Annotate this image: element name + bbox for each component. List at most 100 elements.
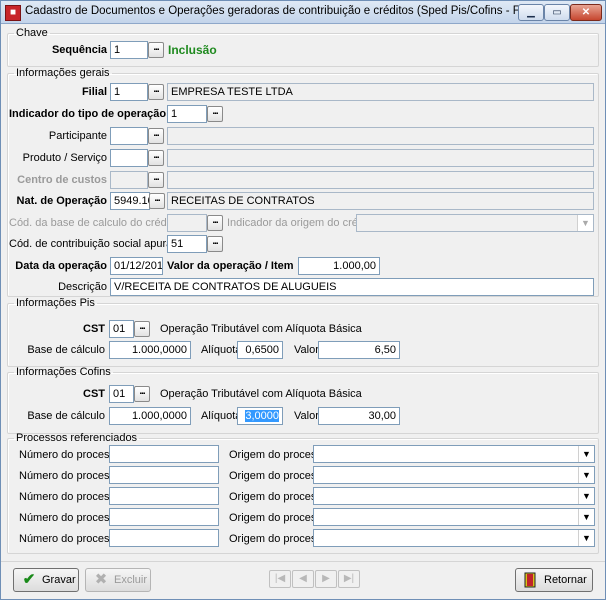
filial-lookup-button[interactable]: ...	[148, 84, 164, 100]
pis-aliquota-input[interactable]: 0,6500	[237, 341, 283, 359]
app-icon[interactable]: ■	[5, 5, 21, 21]
sequencia-lookup-button[interactable]: ...	[148, 42, 164, 58]
chevron-down-icon[interactable]: ▼	[578, 446, 594, 462]
retornar-button[interactable]: Retornar	[515, 568, 593, 592]
numero-processo-input[interactable]	[109, 445, 219, 463]
cofins-aliquota-input[interactable]: 3,0000	[237, 407, 283, 425]
group-chave-legend: Chave	[16, 27, 48, 39]
minimize-button[interactable]: ▁	[518, 4, 544, 21]
centro-custos-description	[167, 171, 594, 189]
origem-processo-select[interactable]	[313, 508, 595, 526]
origem-credito-label: Indicador da origem do crédito	[227, 217, 376, 229]
form-body: Chave Sequência 1 ... Inclusão Informaçõ…	[1, 24, 605, 599]
data-operacao-label: Data da operação	[15, 260, 107, 272]
window-title: Cadastro de Documentos e Operações gerad…	[25, 5, 543, 17]
exit-door-icon	[523, 572, 539, 588]
group-pis-legend: Informações Pis	[16, 297, 95, 309]
numero-processo-input[interactable]	[109, 529, 219, 547]
chevron-down-icon[interactable]: ▼	[578, 509, 594, 525]
retornar-button-label: Retornar	[544, 574, 587, 586]
chevron-down-icon[interactable]: ▼	[578, 488, 594, 504]
tipo-operacao-label: Indicador do tipo de operação	[9, 108, 167, 120]
cofins-cst-label: CST	[83, 388, 105, 400]
natureza-operacao-input[interactable]: 5949.100	[110, 192, 150, 210]
group-processos-legend: Processos referenciados	[16, 432, 138, 444]
cofins-cst-input[interactable]: 01	[109, 385, 134, 403]
group-cofins-legend: Informações Cofins	[16, 366, 111, 378]
centro-custos-label: Centro de custos	[17, 174, 107, 186]
chevron-down-icon[interactable]: ▼	[578, 530, 594, 546]
title-bar[interactable]: ■ Cadastro de Documentos e Operações ger…	[1, 1, 605, 24]
numero-processo-input[interactable]	[109, 508, 219, 526]
centro-custos-lookup-button[interactable]: ...	[148, 172, 164, 188]
natureza-operacao-description: RECEITAS DE CONTRATOS	[167, 192, 594, 210]
descricao-label: Descrição	[58, 281, 107, 293]
participante-description	[167, 127, 594, 145]
pis-aliquota-label: Alíquota	[201, 344, 242, 356]
next-record-button[interactable]: ▶	[315, 570, 337, 588]
tipo-operacao-lookup-button[interactable]: ...	[207, 106, 223, 122]
participante-lookup-button[interactable]: ...	[148, 128, 164, 144]
first-record-button[interactable]: |◀	[269, 570, 291, 588]
origem-processo-select[interactable]	[313, 466, 595, 484]
numero-processo-input[interactable]	[109, 466, 219, 484]
natureza-operacao-label: Nat. de Operação	[16, 195, 107, 207]
cod-base-calculo-input[interactable]	[167, 214, 207, 232]
main-window: ■ Cadastro de Documentos e Operações ger…	[0, 0, 606, 600]
valor-operacao-label: Valor da operação / Item	[167, 260, 294, 272]
cofins-valor-input[interactable]: 30,00	[318, 407, 400, 425]
close-button[interactable]: ✕	[570, 4, 602, 21]
cod-base-calculo-lookup-button[interactable]: ...	[207, 215, 223, 231]
pis-valor-input[interactable]: 6,50	[318, 341, 400, 359]
excluir-button[interactable]: ✖ Excluir	[85, 568, 151, 592]
group-gerais-legend: Informações gerais	[16, 67, 110, 79]
last-record-button[interactable]: ▶|	[338, 570, 360, 588]
previous-record-button[interactable]: ◀	[292, 570, 314, 588]
excluir-button-label: Excluir	[114, 574, 148, 586]
bottom-toolbar: ✔ Gravar ✖ Excluir |◀ ◀ ▶ ▶| Retornar	[1, 561, 605, 600]
numero-processo-label: Número do processo	[19, 491, 122, 503]
participante-input[interactable]	[110, 127, 148, 145]
cod-base-calculo-label: Cód. da base de calculo do crédito	[9, 217, 179, 229]
filial-input[interactable]: 1	[110, 83, 148, 101]
participante-label: Participante	[48, 130, 107, 142]
origem-processo-select[interactable]	[313, 487, 595, 505]
origem-processo-select[interactable]	[313, 529, 595, 547]
produto-description	[167, 149, 594, 167]
sequencia-label: Sequência	[51, 44, 107, 56]
centro-custos-input[interactable]	[110, 171, 148, 189]
gravar-button[interactable]: ✔ Gravar	[13, 568, 79, 592]
cofins-base-input[interactable]: 1.000,0000	[109, 407, 191, 425]
pis-valor-label: Valor	[294, 344, 319, 356]
numero-processo-input[interactable]	[109, 487, 219, 505]
cod-contribuicao-lookup-button[interactable]: ...	[207, 236, 223, 252]
produto-lookup-button[interactable]: ...	[148, 150, 164, 166]
filial-label: Filial	[81, 86, 107, 98]
cofins-base-label: Base de cálculo	[27, 410, 105, 422]
maximize-button[interactable]: ▭	[544, 4, 570, 21]
pis-base-input[interactable]: 1.000,0000	[109, 341, 191, 359]
valor-operacao-input[interactable]: 1.000,00	[298, 257, 380, 275]
pis-base-label: Base de cálculo	[27, 344, 105, 356]
group-informacoes-cofins: Informações Cofins	[7, 366, 599, 434]
sequencia-input[interactable]: 1	[110, 41, 148, 59]
pis-cst-lookup-button[interactable]: ...	[134, 321, 150, 337]
pis-cst-label: CST	[83, 323, 105, 335]
cod-contribuicao-input[interactable]: 51	[167, 235, 207, 253]
origem-credito-dropdown-icon[interactable]: ▼	[577, 215, 593, 231]
cofins-valor-label: Valor	[294, 410, 319, 422]
pis-cst-input[interactable]: 01	[109, 320, 134, 338]
descricao-input[interactable]: V/RECEITA DE CONTRATOS DE ALUGUEIS	[110, 278, 594, 296]
cod-contribuicao-label: Cód. de contribuição social apurada	[9, 238, 185, 250]
origem-credito-select[interactable]	[356, 214, 594, 232]
origem-processo-select[interactable]	[313, 445, 595, 463]
natureza-operacao-lookup-button[interactable]: ...	[149, 193, 165, 209]
produto-input[interactable]	[110, 149, 148, 167]
cofins-aliquota-label: Alíquota	[201, 410, 242, 422]
cofins-cst-lookup-button[interactable]: ...	[134, 386, 150, 402]
produto-label: Produto / Serviço	[22, 152, 107, 164]
chevron-down-icon[interactable]: ▼	[578, 467, 594, 483]
numero-processo-label: Número do processo	[19, 470, 122, 482]
tipo-operacao-input[interactable]: 1	[167, 105, 207, 123]
data-operacao-input[interactable]: 01/12/2012	[110, 257, 163, 275]
